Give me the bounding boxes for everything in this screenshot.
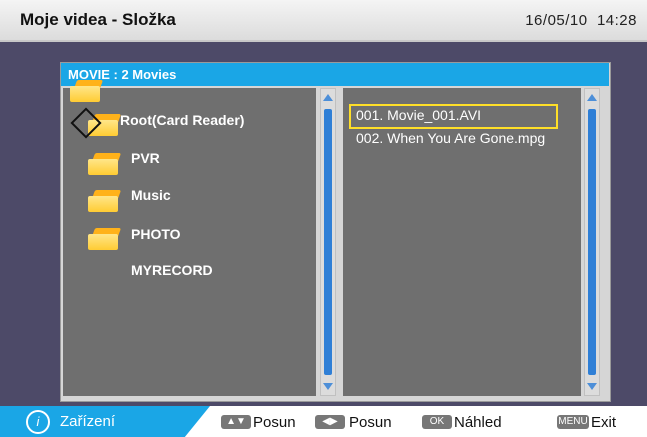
datetime: 16/05/10 14:28 (525, 12, 637, 29)
scroll-down-icon[interactable] (323, 383, 333, 390)
scroll-track[interactable] (324, 109, 332, 375)
folder-item-photo[interactable]: PHOTO (131, 226, 181, 242)
scroll-track[interactable] (588, 109, 596, 375)
folder-icon (88, 190, 122, 214)
folder-icon (70, 80, 104, 104)
folder-item-root[interactable]: Root(Card Reader) (120, 112, 244, 128)
scroll-up-icon[interactable] (323, 94, 333, 101)
device-label[interactable]: Zařízení (60, 413, 115, 430)
hint-scroll-label: Posun (253, 414, 296, 431)
ok-key-icon: OK (422, 415, 452, 429)
info-icon: i (26, 410, 50, 434)
page-title: Moje videa - Složka (20, 10, 176, 29)
scroll-up-icon[interactable] (587, 94, 597, 101)
folder-icon (88, 228, 122, 252)
time-label: 14:28 (596, 12, 637, 29)
folder-icon (88, 153, 122, 177)
hint-preview-label: Náhled (454, 414, 502, 431)
folder-item-myrecord[interactable]: MYRECORD (131, 262, 213, 278)
date-label: 16/05/10 (525, 12, 588, 29)
folder-item-pvr[interactable]: PVR (131, 150, 160, 166)
menu-key-icon: MENU (557, 415, 589, 429)
file-scrollbar[interactable] (584, 88, 600, 396)
folder-item-music[interactable]: Music (131, 187, 171, 203)
folder-scrollbar[interactable] (320, 88, 336, 396)
scroll-down-icon[interactable] (587, 383, 597, 390)
hint-exit-label: Exit (591, 414, 617, 431)
updown-key-icon: ▲▼ (221, 415, 251, 429)
leftright-key-icon: ◀▶ (315, 415, 345, 429)
hint-scroll-label-2: Posun (349, 414, 392, 431)
file-item-1[interactable]: 001. Movie_001.AVI (356, 107, 481, 123)
file-item-2[interactable]: 002. When You Are Gone.mpg (356, 130, 545, 146)
